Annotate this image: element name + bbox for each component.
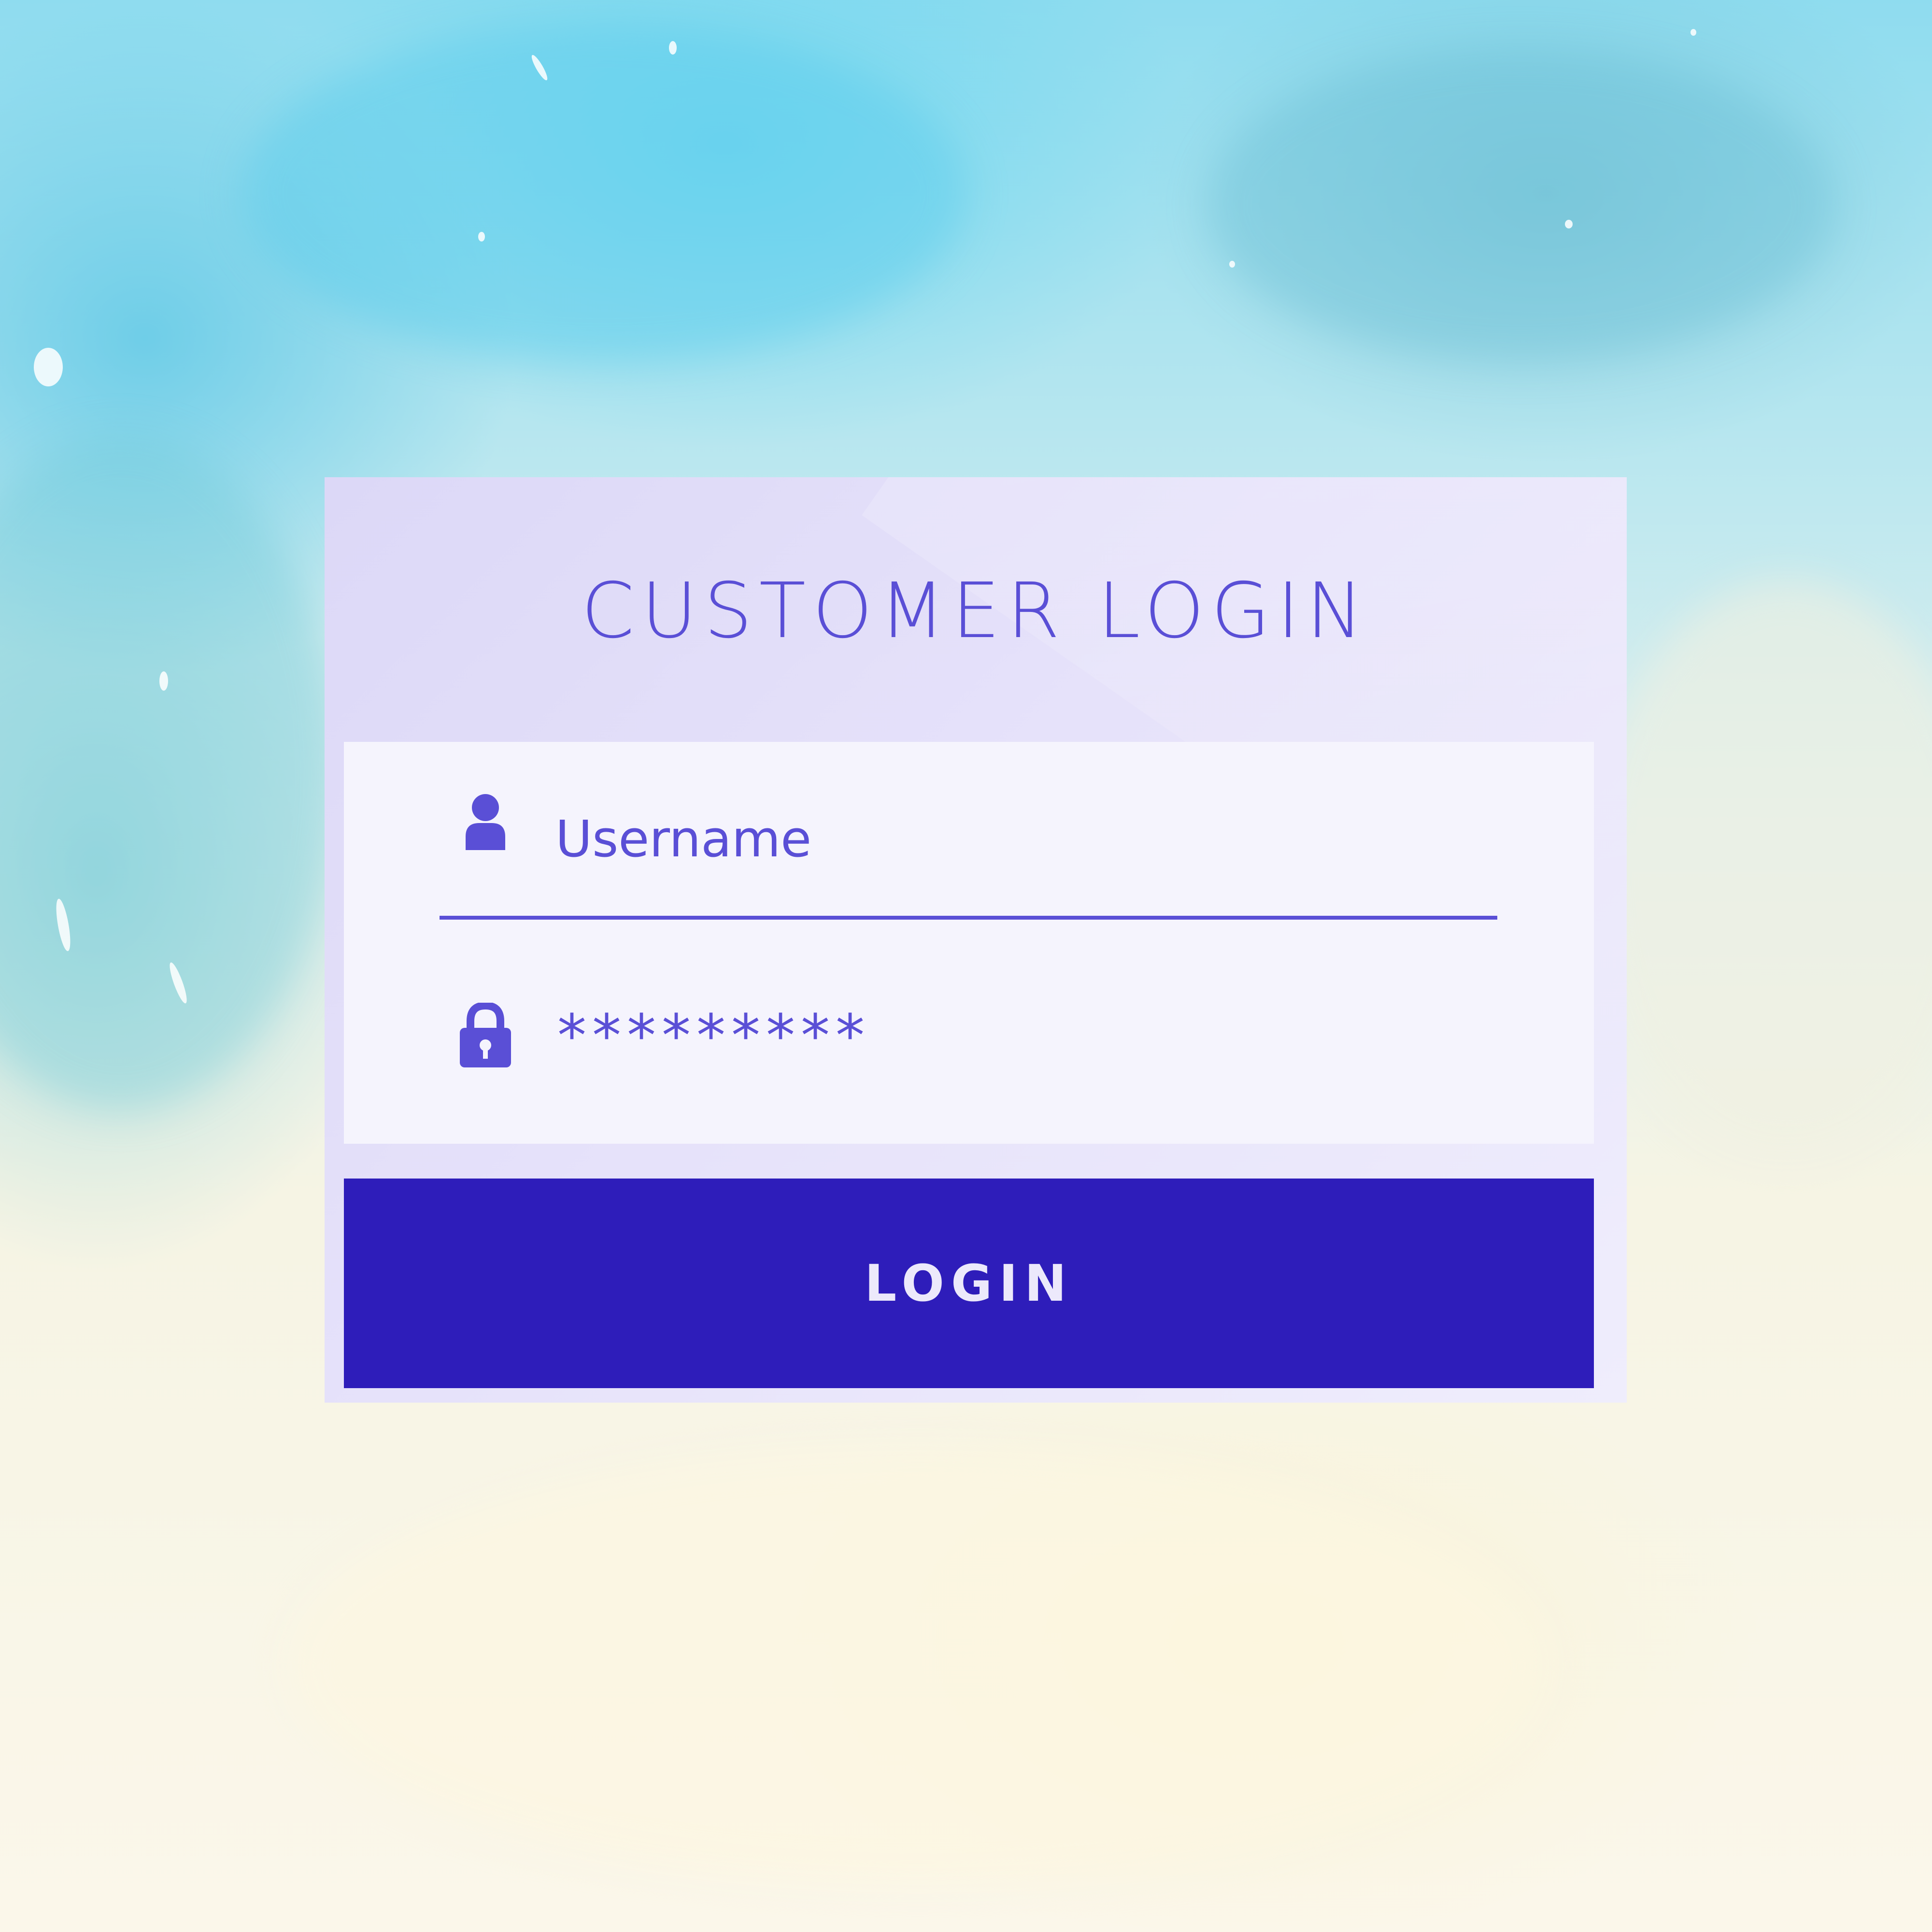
password-value: *********	[557, 1003, 870, 1070]
page-title: CUSTOMER LOGIN	[581, 567, 1370, 655]
password-input[interactable]: *********	[440, 969, 1497, 1094]
username-input[interactable]: Username	[440, 771, 1497, 920]
username-value: Username	[555, 810, 812, 868]
login-form-panel: Username *********	[344, 742, 1594, 1144]
login-button[interactable]: LOGIN	[344, 1179, 1594, 1388]
login-card: CUSTOMER LOGIN Username ********* LOGIN	[325, 477, 1627, 1403]
